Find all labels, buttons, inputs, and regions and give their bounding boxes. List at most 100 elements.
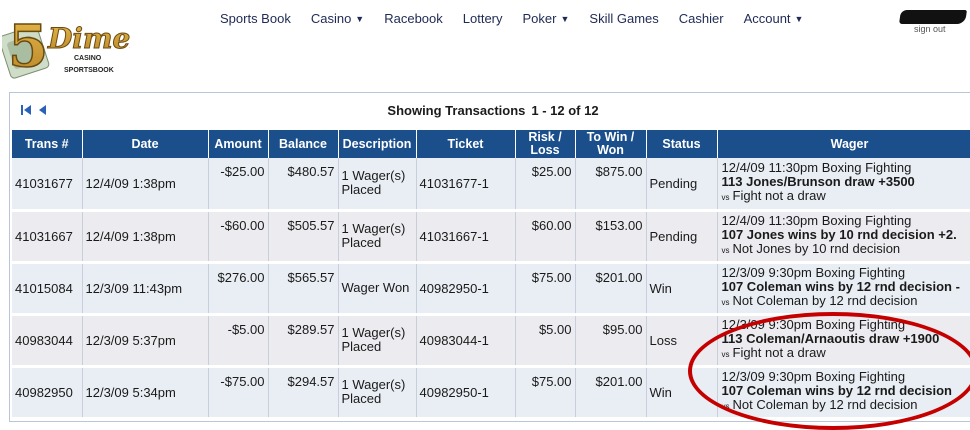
cell-towin: $95.00 (575, 314, 646, 366)
col-description[interactable]: Description (338, 130, 416, 158)
cell-status: Pending (646, 210, 717, 262)
cell-towin: $201.00 (575, 262, 646, 314)
wager-selection: 113 Jones/Brunson draw +3500 (722, 175, 970, 189)
cell-date: 12/3/09 11:43pm (82, 262, 208, 314)
nav-cashier[interactable]: Cashier (679, 11, 724, 26)
cell-date: 12/4/09 1:38pm (82, 210, 208, 262)
cell-date: 12/3/09 5:34pm (82, 366, 208, 418)
col-status[interactable]: Status (646, 130, 717, 158)
chevron-down-icon: ▼ (795, 14, 804, 24)
top-bar: 5 Dimes CASINO SPORTSBOOK Sports Book Ca… (0, 0, 970, 88)
cell-trans: 40982950 (12, 366, 82, 418)
nav-casino-label: Casino (311, 11, 351, 26)
cell-wager: 12/4/09 11:30pm Boxing Fighting 113 Jone… (717, 158, 970, 210)
showing-label: Showing Transactions (387, 103, 525, 118)
logo-casino: CASINO (74, 55, 102, 62)
cell-ticket[interactable]: 41031667-1 (416, 210, 515, 262)
cell-ticket[interactable]: 40983044-1 (416, 314, 515, 366)
cell-wager: 12/3/09 9:30pm Boxing Fighting 113 Colem… (717, 314, 970, 366)
col-date[interactable]: Date (82, 130, 208, 158)
nav-sports-book-label: Sports Book (220, 11, 291, 26)
col-ticket[interactable]: Ticket (416, 130, 515, 158)
nav-casino[interactable]: Casino▼ (311, 11, 364, 26)
cell-description: 1 Wager(s) Placed (338, 314, 416, 366)
wager-event: 12/3/09 9:30pm Boxing Fighting (722, 318, 970, 332)
wager-event: 12/4/09 11:30pm Boxing Fighting (722, 161, 970, 175)
logo-dimes: Dimes (47, 22, 130, 55)
table-row: 40982950 12/3/09 5:34pm -$75.00 $294.57 … (12, 366, 970, 418)
wager-selection: 107 Coleman wins by 12 rnd decision (722, 384, 970, 398)
col-wager[interactable]: Wager (717, 130, 970, 158)
wager-opponent: Fight not a draw (733, 345, 826, 360)
cell-ticket[interactable]: 40982950-1 (416, 262, 515, 314)
table-row: 41031677 12/4/09 1:38pm -$25.00 $480.57 … (12, 158, 970, 210)
nav-poker-label: Poker (523, 11, 557, 26)
col-towin[interactable]: To Win / Won (575, 130, 646, 158)
brand-logo[interactable]: 5 Dimes CASINO SPORTSBOOK (2, 2, 130, 82)
col-amount[interactable]: Amount (208, 130, 268, 158)
logo-five: 5 (8, 12, 48, 80)
table-header-row: Trans # Date Amount Balance Description … (12, 130, 970, 158)
cell-amount: -$75.00 (208, 366, 268, 418)
table-row: 41015084 12/3/09 11:43pm $276.00 $565.57… (12, 262, 970, 314)
col-balance[interactable]: Balance (268, 130, 338, 158)
cell-trans: 40983044 (12, 314, 82, 366)
cell-balance: $505.57 (268, 210, 338, 262)
wager-event: 12/3/09 9:30pm Boxing Fighting (722, 370, 970, 384)
previous-page-icon[interactable] (36, 103, 48, 117)
cell-date: 12/3/09 5:37pm (82, 314, 208, 366)
cell-wager: 12/3/09 9:30pm Boxing Fighting 107 Colem… (717, 262, 970, 314)
cell-status: Win (646, 262, 717, 314)
nav-skill-games-label: Skill Games (589, 11, 658, 26)
cell-amount: -$5.00 (208, 314, 268, 366)
redacted-username (899, 10, 967, 24)
cell-towin: $153.00 (575, 210, 646, 262)
cell-amount: -$25.00 (208, 158, 268, 210)
main-nav: Sports Book Casino▼ Racebook Lottery Pok… (220, 11, 823, 26)
first-page-icon[interactable] (20, 103, 32, 117)
nav-account[interactable]: Account ▼ (744, 11, 804, 26)
cell-towin: $201.00 (575, 366, 646, 418)
showing-range: 1 - 12 of 12 (531, 103, 598, 118)
wager-vs: vs (722, 402, 730, 411)
cell-date: 12/4/09 1:38pm (82, 158, 208, 210)
sign-out-link[interactable]: sign out (914, 24, 946, 34)
nav-account-label: Account (744, 11, 791, 26)
nav-poker[interactable]: Poker▼ (523, 11, 570, 26)
cell-risk: $25.00 (515, 158, 575, 210)
cell-amount: $276.00 (208, 262, 268, 314)
wager-opponent: Fight not a draw (733, 188, 826, 203)
nav-racebook[interactable]: Racebook (384, 11, 443, 26)
wager-selection: 107 Jones wins by 10 rnd decision +2. (722, 228, 970, 242)
showing-transactions: Showing Transactions 1 - 12 of 12 (10, 103, 970, 118)
cell-status: Pending (646, 158, 717, 210)
nav-sports-book[interactable]: Sports Book (220, 11, 291, 26)
cell-trans: 41031667 (12, 210, 82, 262)
logo-sportsbook: SPORTSBOOK (64, 67, 114, 74)
cell-risk: $75.00 (515, 262, 575, 314)
wager-opponent: Not Jones by 10 rnd decision (733, 241, 901, 256)
nav-lottery[interactable]: Lottery (463, 11, 503, 26)
nav-racebook-label: Racebook (384, 11, 443, 26)
nav-lottery-label: Lottery (463, 11, 503, 26)
cell-risk: $5.00 (515, 314, 575, 366)
transactions-table: Trans # Date Amount Balance Description … (12, 130, 970, 420)
col-risk[interactable]: Risk / Loss (515, 130, 575, 158)
chevron-down-icon: ▼ (560, 14, 569, 24)
nav-skill-games[interactable]: Skill Games (589, 11, 658, 26)
cell-ticket[interactable]: 40982950-1 (416, 366, 515, 418)
table-row: 41031667 12/4/09 1:38pm -$60.00 $505.57 … (12, 210, 970, 262)
user-box: sign out (898, 8, 968, 38)
cell-description: 1 Wager(s) Placed (338, 210, 416, 262)
cell-trans: 41031677 (12, 158, 82, 210)
cell-trans: 41015084 (12, 262, 82, 314)
cell-risk: $75.00 (515, 366, 575, 418)
wager-selection: 113 Coleman/Arnaoutis draw +1900 (722, 332, 970, 346)
cell-balance: $289.57 (268, 314, 338, 366)
wager-event: 12/4/09 11:30pm Boxing Fighting (722, 214, 970, 228)
cell-wager: 12/4/09 11:30pm Boxing Fighting 107 Jone… (717, 210, 970, 262)
cell-ticket[interactable]: 41031677-1 (416, 158, 515, 210)
wager-vs: vs (722, 193, 730, 202)
col-trans[interactable]: Trans # (12, 130, 82, 158)
wager-event: 12/3/09 9:30pm Boxing Fighting (722, 266, 970, 280)
